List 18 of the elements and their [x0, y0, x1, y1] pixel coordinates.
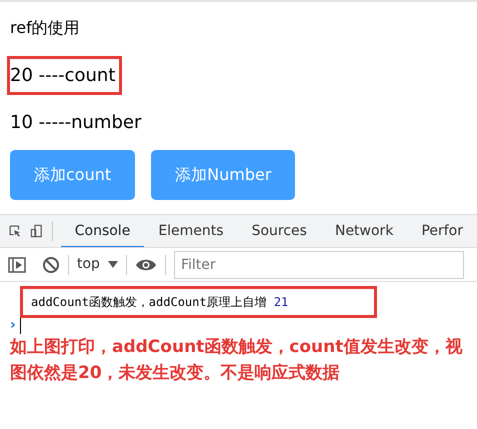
- devtools-tab[interactable]: Sources: [238, 215, 321, 247]
- context-selector[interactable]: top: [77, 254, 100, 275]
- clear-icon[interactable]: [42, 256, 60, 274]
- text-cursor: [20, 318, 21, 334]
- console-message: addCount函数触发，addCount原理上自增 21: [20, 286, 377, 318]
- number-text: 10 -----number: [9, 111, 142, 135]
- devtools-tab[interactable]: Network: [320, 215, 408, 247]
- caret-icon[interactable]: [108, 260, 118, 268]
- prompt-icon: ›: [10, 318, 16, 332]
- eye-icon[interactable]: [134, 258, 157, 272]
- devtools-tab[interactable]: Perfor: [407, 215, 477, 247]
- annotation-text: 如上图打印，addCount函数触发，count值发生改变，视图依然是20，未发生改变。不是响应式数据: [8, 336, 464, 385]
- devtools-tab[interactable]: Console: [60, 215, 144, 247]
- sidebar-icon[interactable]: [8, 256, 26, 272]
- page-title: ref的使用: [10, 17, 81, 39]
- count-text: 20 ----count: [7, 56, 122, 95]
- filter-field[interactable]: Filter: [174, 250, 464, 278]
- devtools-tab[interactable]: Elements: [144, 215, 238, 247]
